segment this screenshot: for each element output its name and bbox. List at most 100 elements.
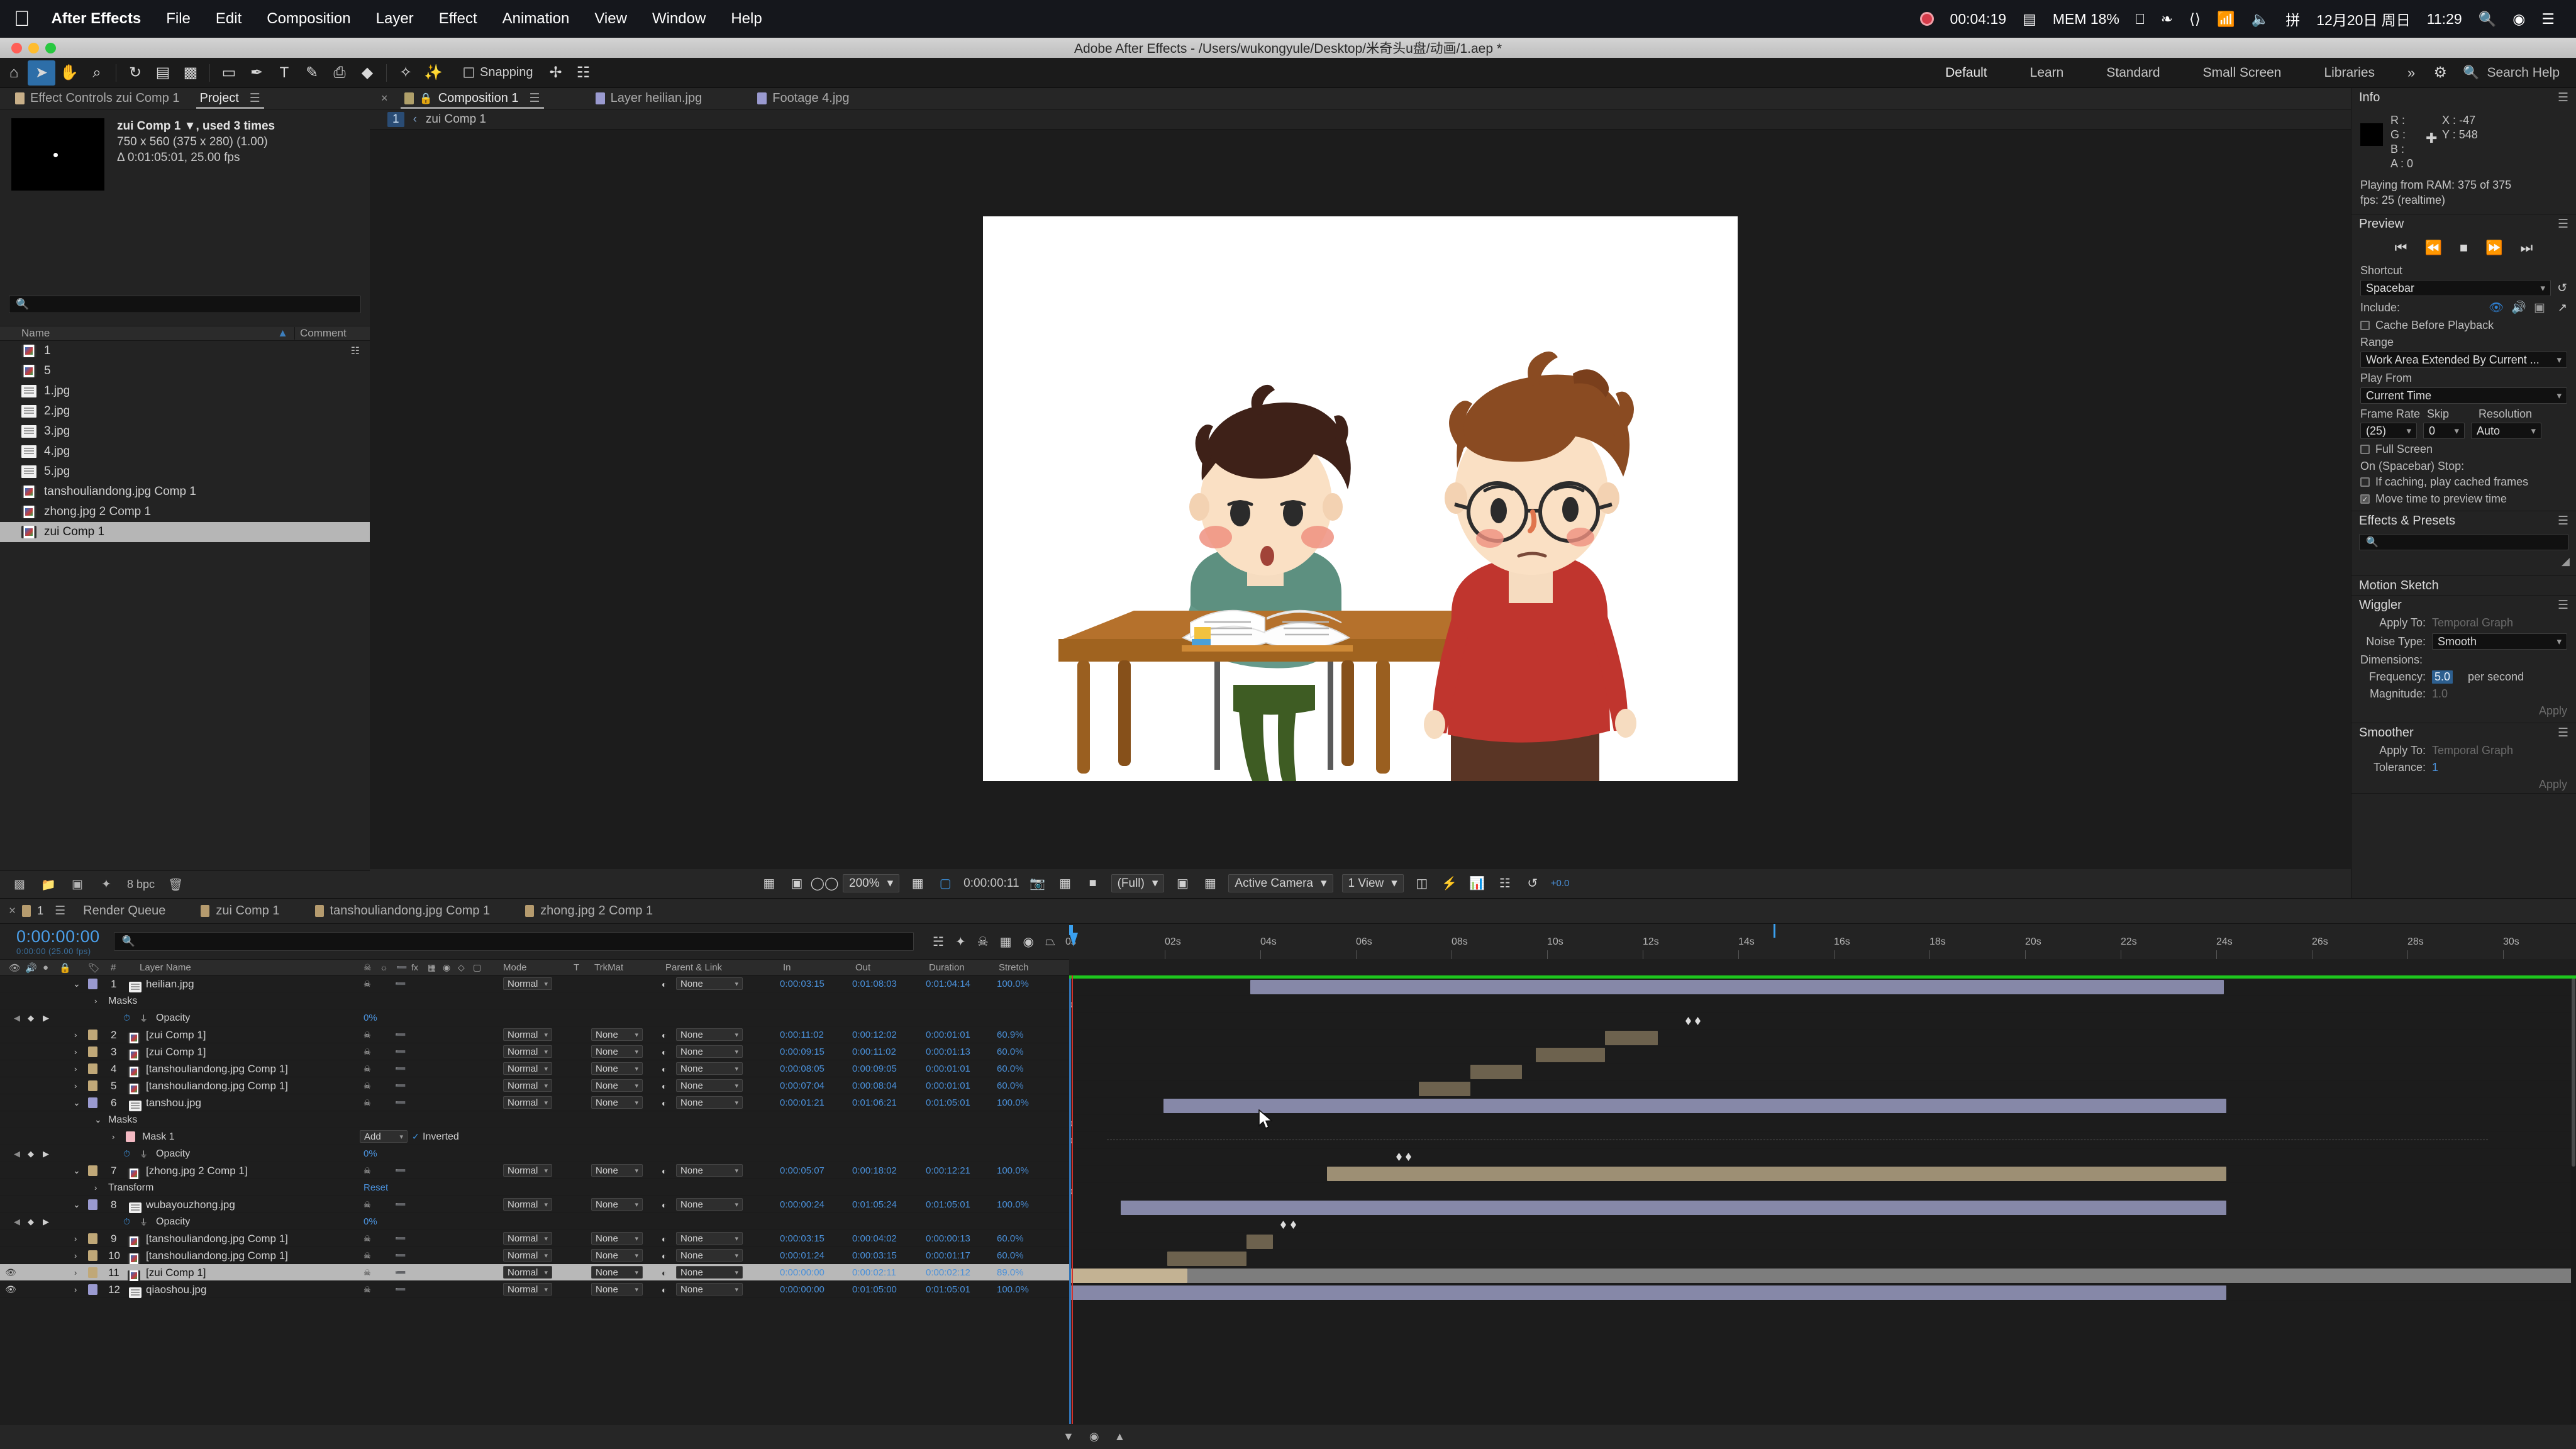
enable-motion-blur-icon[interactable]: ◉ bbox=[1023, 934, 1034, 950]
type-tool-icon[interactable]: T bbox=[270, 60, 298, 86]
stretch-value[interactable]: 60.0% bbox=[997, 1043, 1024, 1060]
tab-tanshouliandong-comp-1[interactable]: tanshouliandong.jpg Comp 1 bbox=[297, 899, 508, 924]
bluetooth-icon[interactable]: ❧ bbox=[2161, 11, 2173, 28]
duration-value[interactable]: 0:00:01:01 bbox=[926, 1060, 970, 1077]
shy-icon[interactable]: ☠ bbox=[364, 1043, 371, 1060]
blend-mode-dropdown[interactable]: Normal ▾ bbox=[503, 1266, 552, 1279]
selection-tool-icon[interactable]: ➤ bbox=[28, 60, 55, 86]
menu-item-after-effects[interactable]: After Effects bbox=[52, 10, 142, 28]
clone-stamp-tool-icon[interactable]: ⎙ bbox=[326, 60, 353, 86]
range-dropdown[interactable]: Work Area Extended By Current ... ▾ bbox=[2360, 352, 2567, 368]
in-point[interactable]: 0:00:00:24 bbox=[780, 1196, 824, 1213]
track-matte-dropdown[interactable]: None ▾ bbox=[591, 1164, 643, 1177]
tab-render-queue[interactable]: Render Queue bbox=[65, 899, 183, 924]
parent-dropdown[interactable]: None ▾ bbox=[676, 1079, 743, 1092]
include-overlays-icon[interactable]: ▣ bbox=[2534, 301, 2545, 315]
tab-composition-1[interactable]: 🔒 Composition 1 ☰ bbox=[394, 88, 550, 109]
track-matte-dropdown[interactable]: None ▾ bbox=[591, 1062, 643, 1075]
wiggler-apply-to-value[interactable]: Temporal Graph bbox=[2432, 616, 2513, 630]
layer-name[interactable]: wubayouzhong.jpg bbox=[146, 1196, 235, 1213]
expand-layer-icon[interactable]: › bbox=[74, 1247, 77, 1264]
layer-name[interactable]: [zui Comp 1] bbox=[146, 1264, 206, 1281]
shy-icon[interactable]: ☠ bbox=[364, 1162, 371, 1179]
keyframe-marker-icon[interactable]: ◆ bbox=[28, 1213, 34, 1230]
stopwatch-icon[interactable]: ⏱ bbox=[123, 1009, 130, 1026]
fast-previews-icon[interactable]: ⚡ bbox=[1440, 875, 1459, 892]
graph-editor-set-icon[interactable]: ⏚ bbox=[140, 1009, 148, 1026]
parent-dropdown[interactable]: None ▾ bbox=[676, 1232, 743, 1245]
track-matte-dropdown[interactable]: None ▾ bbox=[591, 1249, 643, 1262]
shy-icon[interactable]: ☠ bbox=[364, 975, 371, 992]
blend-mode-dropdown[interactable]: Normal ▾ bbox=[503, 1062, 552, 1075]
project-item-list[interactable]: 1 ☷ 5 1.jpg 2.jpg 3.jpg 4.jpg 5.jpg tansh… bbox=[0, 341, 370, 862]
comp-flowchart-icon[interactable]: ☷ bbox=[1496, 875, 1514, 892]
if-caching-row[interactable]: If caching, play cached frames bbox=[2351, 474, 2576, 491]
in-point[interactable]: 0:00:00:00 bbox=[780, 1281, 824, 1298]
duration-value[interactable]: 0:00:01:17 bbox=[926, 1247, 970, 1264]
parent-pickwhip-icon[interactable]: ◐ bbox=[662, 1264, 667, 1281]
blend-mode-dropdown[interactable]: Normal ▾ bbox=[503, 1096, 552, 1109]
cache-before-playback-checkbox[interactable] bbox=[2360, 321, 2370, 330]
close-tab-icon[interactable]: × bbox=[375, 92, 394, 105]
control-center-icon[interactable]: ☰ bbox=[2541, 11, 2555, 28]
new-composition-icon[interactable]: ▣ bbox=[69, 878, 86, 892]
keyframe-icon[interactable] bbox=[1695, 1017, 1701, 1025]
expand-layer-icon[interactable]: › bbox=[74, 1264, 77, 1281]
menu-item-effect[interactable]: Effect bbox=[439, 10, 477, 28]
track-matte-dropdown[interactable]: None ▾ bbox=[591, 1266, 643, 1279]
list-item[interactable]: tanshouliandong.jpg Comp 1 bbox=[0, 482, 370, 502]
workspace-overflow-icon[interactable]: » bbox=[2396, 65, 2426, 81]
collapse-group-icon[interactable]: ⌄ bbox=[94, 1111, 102, 1128]
list-item[interactable]: 2.jpg bbox=[0, 401, 370, 421]
keyframe-prev-icon[interactable]: ◀ bbox=[14, 1145, 20, 1162]
keyframe-prev-icon[interactable]: ◀ bbox=[14, 1009, 20, 1026]
reset-exposure-icon[interactable]: ↺ bbox=[1523, 875, 1542, 892]
toggle-transparency-grid-icon[interactable]: ▦ bbox=[760, 875, 779, 892]
workspace-small-screen[interactable]: Small Screen bbox=[2182, 58, 2303, 88]
out-point[interactable]: 0:00:04:02 bbox=[852, 1230, 897, 1247]
blend-mode-dropdown[interactable]: Normal ▾ bbox=[503, 977, 552, 990]
layer-label-swatch[interactable] bbox=[88, 1063, 97, 1074]
parent-dropdown[interactable]: None ▾ bbox=[676, 1045, 743, 1058]
eraser-tool-icon[interactable]: ◆ bbox=[353, 60, 381, 86]
channel-rgb-icon[interactable]: ■ bbox=[1084, 875, 1102, 892]
layer-bar-heilian[interactable] bbox=[1250, 980, 2224, 994]
layer-label-swatch[interactable] bbox=[88, 1046, 97, 1057]
property-value[interactable]: 0% bbox=[364, 1009, 377, 1026]
quality-icon[interactable]: ➖ bbox=[395, 1094, 406, 1111]
out-point[interactable]: 0:00:08:04 bbox=[852, 1077, 897, 1094]
work-area-end-handle[interactable] bbox=[1774, 924, 1775, 938]
zoom-tool-icon[interactable]: ⌕ bbox=[83, 60, 111, 86]
draft-3d-icon[interactable]: ✦ bbox=[955, 934, 966, 950]
pan-camera-tool-icon[interactable]: ▤ bbox=[149, 60, 177, 86]
layer-bar-qiaoshou[interactable] bbox=[1069, 1285, 2226, 1300]
layer-name[interactable]: qiaoshou.jpg bbox=[146, 1281, 206, 1298]
include-audio-icon[interactable]: 🔊 bbox=[2511, 300, 2526, 315]
timeline-layer-list[interactable]: ⌄ 1 heilian.jpg ☠ ➖ Normal ▾ ◐ None ▾ 0:00… bbox=[0, 975, 1069, 1424]
rectangle-tool-icon[interactable]: ▭ bbox=[215, 60, 243, 86]
shy-icon[interactable]: ☠ bbox=[364, 1077, 371, 1094]
puppet-pin-tool-icon[interactable]: ✨ bbox=[419, 60, 447, 86]
parent-dropdown[interactable]: None ▾ bbox=[676, 1062, 743, 1075]
hide-shy-layers-icon[interactable]: ☠ bbox=[977, 934, 989, 950]
keyframe-icon[interactable] bbox=[1396, 1153, 1402, 1161]
istat-menus-icon[interactable]: ▤ bbox=[2023, 11, 2036, 28]
table-row[interactable]: ◀ ◆ ▶ ⏱ ⏚ Opacity 0% bbox=[0, 1145, 1069, 1162]
layer-name[interactable]: [tanshouliandong.jpg Comp 1] bbox=[146, 1077, 288, 1094]
layer-name[interactable]: [tanshouliandong.jpg Comp 1] bbox=[146, 1230, 288, 1247]
stretch-value[interactable]: 60.9% bbox=[997, 1026, 1024, 1043]
toggle-view-masks-icon[interactable]: ◯◯ bbox=[811, 875, 839, 892]
expand-layer-icon[interactable]: ⌄ bbox=[73, 1162, 80, 1179]
layer-bar-tansh-5[interactable] bbox=[1419, 1082, 1470, 1096]
layer-name[interactable]: tanshou.jpg bbox=[146, 1094, 201, 1111]
layer-name[interactable]: [zhong.jpg 2 Comp 1] bbox=[146, 1162, 248, 1179]
parent-pickwhip-icon[interactable]: ◐ bbox=[662, 975, 667, 992]
parent-pickwhip-icon[interactable]: ◐ bbox=[662, 1247, 667, 1264]
duration-value[interactable]: 0:00:12:21 bbox=[926, 1162, 970, 1179]
in-point[interactable]: 0:00:01:21 bbox=[780, 1094, 824, 1111]
chevron-pair-icon[interactable]: ⟨⟩ bbox=[2189, 11, 2201, 28]
quality-icon[interactable]: ➖ bbox=[395, 1162, 406, 1179]
current-time-display[interactable]: 0:00:00:11 bbox=[963, 877, 1019, 891]
list-item[interactable]: zui Comp 1 bbox=[0, 522, 370, 542]
duration-value[interactable]: 0:01:05:01 bbox=[926, 1094, 970, 1111]
